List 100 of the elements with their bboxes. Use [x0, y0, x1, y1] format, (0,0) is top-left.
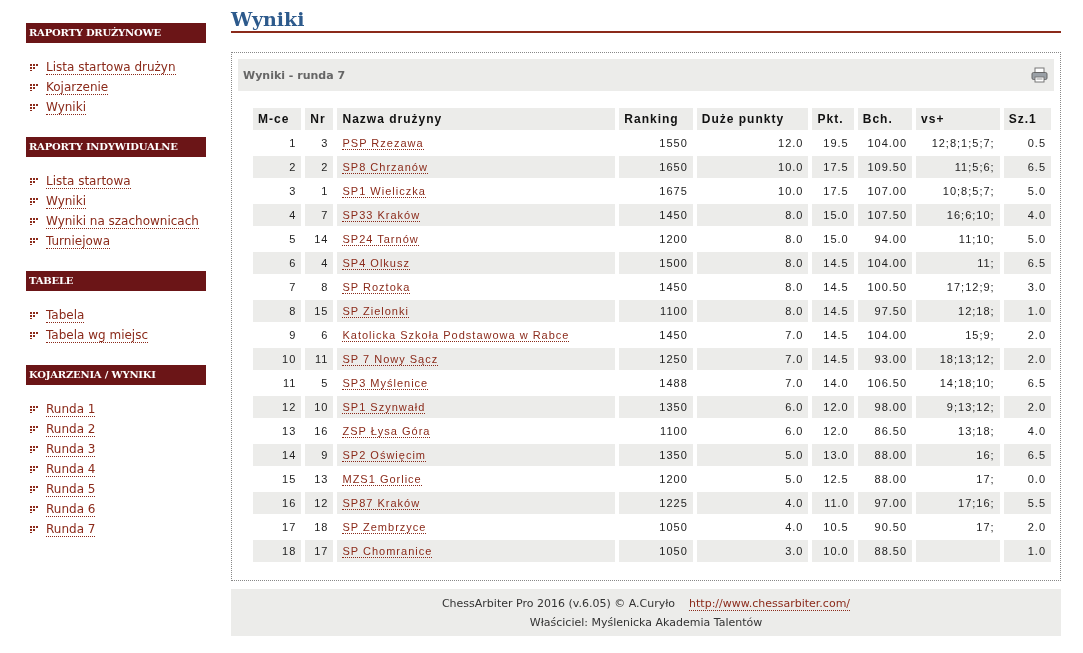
team-link[interactable]: SP33 Kraków — [342, 209, 421, 222]
team-link[interactable]: SP4 Olkusz — [342, 257, 410, 270]
team-link[interactable]: SP Chomranice — [342, 545, 433, 558]
team-link[interactable]: SP1 Szynwałd — [342, 401, 426, 414]
column-header: Nazwa drużyny — [337, 108, 616, 130]
sidebar-link[interactable]: Wyniki — [46, 193, 86, 209]
table-cell-text: 100.50 — [866, 280, 909, 295]
table-cell: 18;13;12; — [916, 348, 1000, 370]
table-cell: 2.0 — [1003, 396, 1051, 418]
table-cell-text: 1 — [288, 136, 298, 151]
team-link[interactable]: SP Zielonki — [342, 305, 409, 318]
bullet-icon — [30, 63, 39, 71]
table-cell: 6.0 — [696, 396, 809, 418]
table-cell-text: 8 — [320, 280, 330, 295]
table-cell-text: 1450 — [658, 328, 689, 343]
table-cell: 109.50 — [857, 156, 913, 178]
sidebar-link[interactable]: Runda 7 — [46, 521, 96, 537]
table-cell-text: 11;10; — [957, 232, 996, 247]
bullet-icon — [30, 505, 39, 513]
table-cell-text: 12;8;1;5;7; — [930, 136, 996, 151]
section-heading: RAPORTY INDYWIDUALNE — [26, 137, 206, 157]
team-link[interactable]: SP1 Wieliczka — [342, 185, 426, 198]
sidebar-link[interactable]: Wyniki — [46, 99, 86, 115]
team-link[interactable]: Katolicka Szkoła Podstawowa w Rabce — [342, 329, 570, 342]
table-cell-text: 8.0 — [784, 280, 805, 295]
bullet-icon — [30, 103, 39, 111]
table-cell: 5.0 — [696, 444, 809, 466]
table-cell-text: 10.5 — [822, 520, 850, 535]
bullet-icon — [30, 425, 39, 433]
table-cell: 2 — [305, 156, 334, 178]
sidebar-link[interactable]: Runda 3 — [46, 441, 96, 457]
table-cell-text: 16 — [313, 424, 330, 439]
bullet-icon — [30, 217, 39, 225]
table-cell-text: 0.0 — [1026, 472, 1047, 487]
column-header: Ranking — [619, 108, 693, 130]
table-cell-text: 18 — [313, 520, 330, 535]
sidebar-link[interactable]: Tabela — [46, 307, 85, 323]
table-cell: 98.00 — [857, 396, 913, 418]
section-heading: RAPORTY DRUŻYNOWE — [26, 23, 206, 43]
sidebar-link[interactable]: Lista startowa — [46, 173, 131, 189]
team-link[interactable]: MZS1 Gorlice — [342, 473, 422, 486]
table-cell: 8.0 — [696, 300, 809, 322]
team-link[interactable]: SP8 Chrzanów — [342, 161, 428, 174]
team-link[interactable]: PSP Rzezawa — [342, 137, 424, 150]
sidebar-link[interactable]: Kojarzenie — [46, 79, 109, 95]
column-header: Pkt. — [812, 108, 854, 130]
table-cell-text: 0.5 — [1026, 136, 1047, 151]
table-cell: 11; — [916, 252, 1000, 274]
bullet-icon — [30, 237, 39, 245]
sidebar-link[interactable]: Runda 4 — [46, 461, 96, 477]
team-link[interactable]: SP24 Tarnów — [342, 233, 419, 246]
team-link[interactable]: SP3 Myślenice — [342, 377, 429, 390]
table-cell: 1050 — [619, 540, 693, 562]
team-link[interactable]: SP87 Kraków — [342, 497, 421, 510]
table-cell-text: 15 — [281, 472, 298, 487]
table-cell-text: 5 — [288, 232, 298, 247]
sidebar-link[interactable]: Turniejowa — [46, 233, 110, 249]
table-cell-text: 3 — [288, 184, 298, 199]
table-cell: 1250 — [619, 348, 693, 370]
table-cell: 13.0 — [812, 444, 854, 466]
table-cell-text: 12.5 — [822, 472, 850, 487]
table-cell-text: 104.00 — [866, 136, 909, 151]
printer-icon[interactable] — [1031, 67, 1048, 83]
table-cell: 2.0 — [1003, 348, 1051, 370]
team-link[interactable]: ZSP Łysa Góra — [342, 425, 431, 438]
owner-text: Właściciel: Myślenicka Akademia Talentów — [529, 615, 763, 629]
table-cell: 4.0 — [696, 492, 809, 514]
table-cell: 8.0 — [696, 252, 809, 274]
bullet-icon — [30, 177, 39, 185]
sidebar-link[interactable]: Wyniki na szachownicach — [46, 213, 199, 229]
team-link[interactable]: SP Roztoka — [342, 281, 411, 294]
table-cell-text: 1675 — [658, 184, 689, 199]
team-link[interactable]: SP Zembrzyce — [342, 521, 427, 534]
table-cell: 11;5;6; — [916, 156, 1000, 178]
sidebar-link[interactable]: Runda 1 — [46, 401, 96, 417]
team-link[interactable]: SP2 Oświęcim — [342, 449, 426, 462]
table-cell-text: 90.50 — [873, 520, 909, 535]
table-cell: 15.0 — [812, 204, 854, 226]
table-cell-text: 5.0 — [1026, 184, 1047, 199]
website-link[interactable]: http://www.chessarbiter.com/ — [689, 596, 851, 611]
table-cell-text: 6.5 — [1026, 376, 1047, 391]
sidebar-link[interactable]: Tabela wg miejsc — [46, 327, 149, 343]
sidebar-link[interactable]: Runda 5 — [46, 481, 96, 497]
table-cell: 6.5 — [1003, 156, 1051, 178]
table-cell: 107.50 — [857, 204, 913, 226]
table-cell: 16; — [916, 444, 1000, 466]
table-cell-text: 17; — [975, 520, 996, 535]
table-cell-text: 5.0 — [1026, 232, 1047, 247]
table-cell-text: 7 — [288, 280, 298, 295]
sidebar-link[interactable]: Runda 6 — [46, 501, 96, 517]
table-cell: 9 — [305, 444, 334, 466]
table-cell: 1450 — [619, 204, 693, 226]
column-header: Bch. — [857, 108, 913, 130]
bullet-icon — [30, 331, 39, 339]
table-cell-text: 1200 — [658, 472, 689, 487]
table-cell: 1350 — [619, 444, 693, 466]
sidebar-link[interactable]: Lista startowa drużyn — [46, 59, 176, 75]
sidebar-link[interactable]: Runda 2 — [46, 421, 96, 437]
bullet-icon — [30, 445, 39, 453]
table-cell: 10 — [305, 396, 334, 418]
